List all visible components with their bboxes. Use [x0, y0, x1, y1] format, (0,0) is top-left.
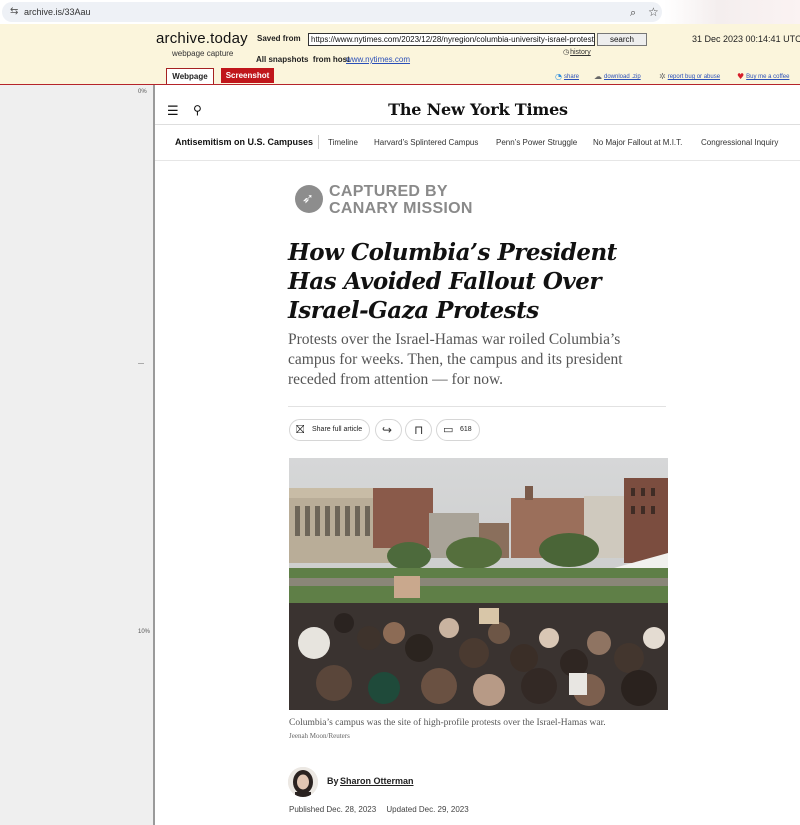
comments-button[interactable]: ▭ 618 — [436, 419, 480, 441]
article-dates: Published Dec. 28, 2023 Updated Dec. 29,… — [289, 805, 477, 814]
archive-logo[interactable]: archive.today — [156, 30, 248, 47]
address-bar-url[interactable]: archive.is/33Aau — [24, 7, 91, 17]
saved-url-field[interactable]: https://www.nytimes.com/2023/12/28/nyreg… — [308, 33, 595, 46]
photo-credit: Jeenah Moon/Reuters — [289, 732, 350, 740]
subnav-item-penn[interactable]: Penn’s Power Struggle — [496, 138, 577, 147]
cloud-download-icon: ☁ — [594, 72, 602, 81]
gift-icon: ⛝ — [296, 423, 305, 436]
share-link[interactable]: ◔ share — [555, 72, 579, 81]
site-info-icon[interactable]: ⇆ — [10, 6, 18, 17]
bookmark-star-icon[interactable]: ☆ — [648, 5, 659, 19]
archived-page — [155, 85, 800, 825]
subnav-top-rule — [155, 124, 800, 125]
gutter-mark-0: 0% — [138, 89, 147, 95]
subnav-item-harvard[interactable]: Harvard’s Splintered Campus — [374, 138, 478, 147]
search-icon[interactable]: ⚲ — [193, 103, 202, 117]
report-link-label: report bug or abuse — [667, 74, 721, 80]
subnav-title[interactable]: Antisemitism on U.S. Campuses — [175, 137, 313, 147]
share-full-article-label: Share full article — [312, 426, 363, 433]
all-snapshots-text: All snapshots — [256, 55, 309, 64]
captured-line2: CANARY MISSION — [329, 200, 473, 217]
share-button[interactable]: ↪ — [375, 419, 402, 441]
browser-toolbar: ⇆ archive.is/33Aau ⌕ ☆ — [0, 0, 800, 24]
subnav-bottom-rule — [155, 160, 800, 161]
share-icon: ◔ — [555, 72, 562, 81]
from-host-text: from host — [312, 55, 350, 64]
share-arrow-icon: ↪ — [382, 423, 393, 437]
photo-caption: Columbia’s campus was the site of high-p… — [289, 718, 606, 728]
host-link[interactable]: www.nytimes.com — [346, 55, 410, 64]
history-icon: ◷ — [563, 48, 570, 56]
subnav-item-mit[interactable]: No Major Fallout at M.I.T. — [593, 138, 682, 147]
updated-date: Updated Dec. 29, 2023 — [386, 805, 469, 814]
bookmark-icon: ⊓ — [414, 423, 424, 437]
scroll-gutter — [0, 85, 153, 825]
captured-line1: CAPTURED BY — [329, 183, 448, 200]
author-name-link[interactable]: Sharon Otterman — [340, 776, 414, 786]
comment-icon: ▭ — [443, 423, 454, 436]
canary-logo-icon: ➶ — [295, 185, 323, 213]
gutter-mark-10: 10% — [138, 629, 151, 635]
article-headline: How Columbia’s President Has Avoided Fal… — [288, 239, 617, 324]
article-photo — [289, 458, 668, 710]
gutter-mark-mid: — — [138, 361, 144, 367]
saved-from-label: Saved from — [257, 34, 301, 43]
share-full-article-button[interactable]: ⛝ Share full article — [289, 419, 370, 441]
subnav-item-timeline[interactable]: Timeline — [328, 138, 358, 147]
author-avatar[interactable] — [288, 767, 318, 797]
download-zip-link[interactable]: ☁ download .zip — [594, 72, 641, 81]
subnav-item-congressional[interactable]: Congressional Inquiry — [701, 138, 778, 147]
hamburger-menu-icon[interactable]: ☰ — [167, 104, 179, 119]
byline-prefix: By — [327, 776, 339, 786]
comment-count: 618 — [460, 426, 472, 433]
save-bookmark-button[interactable]: ⊓ — [405, 419, 432, 441]
zoom-icon[interactable]: ⌕ — [630, 6, 636, 20]
subnav-separator — [318, 135, 319, 149]
history-link[interactable]: ◷history — [563, 48, 591, 56]
share-link-label: share — [563, 74, 579, 80]
search-button[interactable]: search — [597, 33, 647, 46]
bug-icon: ✲ — [659, 72, 666, 81]
tab-webpage[interactable]: Webpage — [166, 68, 214, 84]
canary-bird-icon: ➶ — [302, 191, 314, 207]
capture-timestamp: 31 Dec 2023 00:14:41 UTC — [692, 34, 800, 44]
published-date: Published Dec. 28, 2023 — [289, 805, 377, 814]
author-portrait — [288, 767, 318, 797]
tab-screenshot[interactable]: Screenshot — [221, 68, 274, 83]
download-link-label: download .zip — [604, 74, 641, 80]
nyt-masthead[interactable]: The New York Times — [288, 100, 668, 119]
heart-icon: ♥ — [737, 72, 745, 81]
report-bug-link[interactable]: ✲ report bug or abuse — [659, 72, 720, 81]
history-label: history — [570, 49, 591, 56]
article-summary: Protests over the Israel-Hamas war roile… — [288, 331, 623, 388]
buy-coffee-link[interactable]: ♥ Buy me a coffee — [737, 72, 789, 81]
all-snapshots-label: All snapshots from host — [256, 55, 350, 64]
address-bar[interactable]: ⇆ archive.is/33Aau ⌕ ☆ — [2, 2, 662, 22]
protest-photo — [289, 458, 668, 710]
toolbar-extension-area — [664, 0, 800, 24]
archive-header: archive.today webpage capture Saved from… — [0, 24, 800, 84]
archive-subtitle: webpage capture — [172, 49, 234, 58]
summary-divider — [288, 406, 666, 407]
coffee-link-label: Buy me a coffee — [746, 74, 790, 80]
